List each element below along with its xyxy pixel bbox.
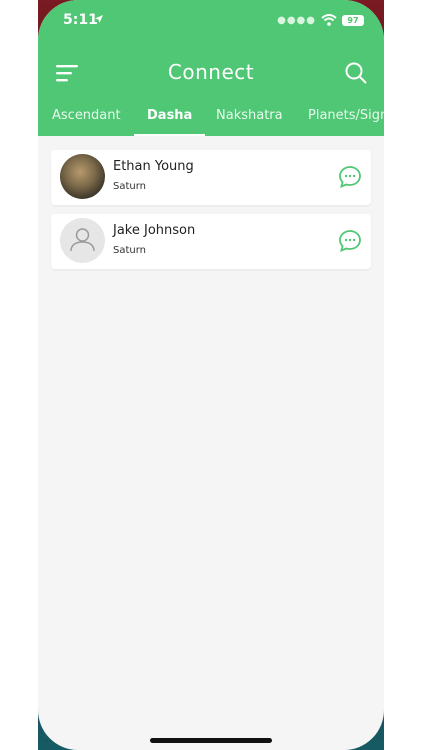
contact-detail: Saturn bbox=[113, 245, 147, 256]
signal-icon: ●●●● bbox=[277, 14, 316, 26]
app-header: 5:11 ●●●● 97 Connect Ascendant Dasha Nak… bbox=[38, 0, 384, 136]
chat-bubble-icon[interactable] bbox=[338, 165, 362, 189]
contact-name: Ethan Young bbox=[113, 159, 194, 174]
page-title: Connect bbox=[167, 60, 255, 84]
battery-icon: 97 bbox=[342, 14, 364, 26]
contact-detail: Saturn bbox=[113, 181, 147, 192]
tab-ascendant[interactable]: Ascendant bbox=[52, 102, 121, 134]
tab-nakshatra[interactable]: Nakshatra bbox=[216, 102, 283, 134]
chat-bubble-icon[interactable] bbox=[338, 229, 362, 253]
home-indicator[interactable] bbox=[150, 738, 272, 743]
status-time: 5:11 bbox=[63, 12, 98, 28]
location-arrow-icon bbox=[95, 15, 103, 23]
avatar bbox=[60, 218, 105, 263]
contact-card[interactable]: Jake Johnson Saturn bbox=[51, 214, 371, 269]
contact-name: Jake Johnson bbox=[113, 223, 196, 238]
wifi-icon bbox=[321, 14, 337, 26]
avatar bbox=[60, 154, 105, 199]
search-icon[interactable] bbox=[344, 61, 368, 85]
status-indicators: ●●●● 97 bbox=[277, 14, 364, 26]
contact-card[interactable]: Ethan Young Saturn bbox=[51, 150, 371, 205]
tab-dasha[interactable]: Dasha bbox=[134, 102, 206, 136]
tab-planets-sign[interactable]: Planets/Sign bbox=[308, 102, 384, 134]
person-placeholder-icon bbox=[70, 228, 95, 252]
tab-bar: Ascendant Dasha Nakshatra Planets/Sign bbox=[38, 102, 384, 136]
app-screen: 5:11 ●●●● 97 Connect Ascendant Dasha Nak… bbox=[38, 0, 384, 750]
